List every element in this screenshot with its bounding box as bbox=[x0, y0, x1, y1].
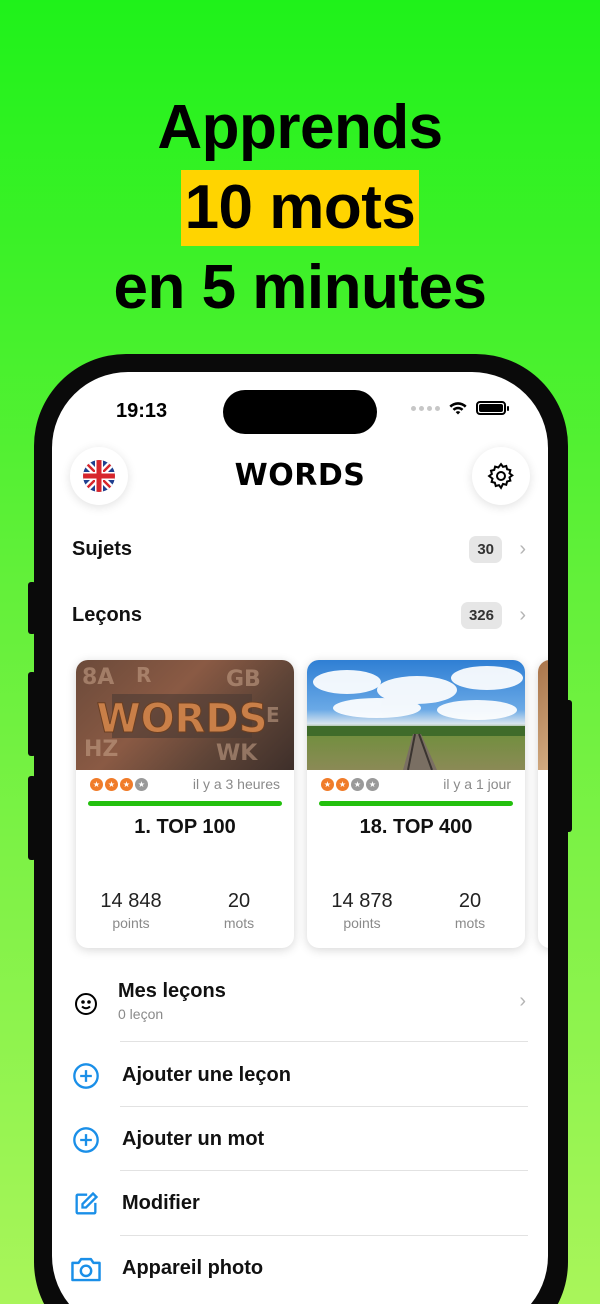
svg-text:GB: GB bbox=[226, 667, 261, 692]
lesson-card-image: 8A R GB HZ WK E WORDS bbox=[76, 660, 294, 770]
rating-stars: ★ ★ ★ ★ bbox=[90, 777, 148, 791]
lesson-card-image bbox=[307, 660, 525, 770]
chevron-right-icon: › bbox=[519, 603, 526, 626]
last-studied: il y a 3 heures bbox=[192, 776, 280, 792]
headline-highlight: 10 mots bbox=[180, 170, 420, 246]
lesson-card-image bbox=[538, 660, 548, 770]
chevron-right-icon: › bbox=[519, 537, 526, 560]
points-stat: 14 878 points bbox=[331, 890, 393, 931]
svg-text:R: R bbox=[136, 663, 151, 687]
smiley-icon bbox=[70, 988, 102, 1020]
camera-label: Appareil photo bbox=[122, 1257, 264, 1279]
rating-stars: ★ ★ ★ ★ bbox=[321, 777, 379, 791]
add-lesson-button[interactable]: Ajouter une leçon bbox=[52, 1044, 548, 1108]
railway-landscape-picture bbox=[307, 666, 525, 770]
lesson-card[interactable]: 8A R GB HZ WK E WORDS ★ ★ ★ ★ il y a 3 heures … bbox=[76, 660, 294, 948]
my-lessons-label: Mes leçons bbox=[118, 980, 226, 1002]
headline-line-3: en 5 minutes bbox=[113, 253, 488, 322]
lessons-label: Leçons bbox=[72, 603, 143, 626]
lessons-row[interactable]: Leçons 326 › bbox=[52, 590, 548, 640]
topics-row[interactable]: Sujets 30 › bbox=[52, 524, 548, 574]
my-lessons-row[interactable]: Mes leçons 0 leçon › bbox=[52, 972, 548, 1038]
plus-circle-icon bbox=[70, 1124, 102, 1156]
words-stat: 20 mots bbox=[223, 890, 255, 931]
add-lesson-label: Ajouter une leçon bbox=[122, 1064, 291, 1086]
lesson-card[interactable]: ★ ★ ★ ★ il y a 1 jour 18. TOP 400 14 878 po… bbox=[307, 660, 525, 948]
phone-side-button bbox=[28, 776, 36, 860]
phone-side-button bbox=[28, 582, 36, 634]
words-stat: 20 mots bbox=[454, 890, 486, 931]
topics-count-badge: 30 bbox=[469, 535, 502, 563]
add-word-button[interactable]: Ajouter un mot bbox=[52, 1108, 548, 1172]
phone-side-button bbox=[28, 672, 36, 756]
add-word-label: Ajouter un mot bbox=[122, 1128, 265, 1150]
points-stat: 14 848 points bbox=[100, 890, 162, 931]
lesson-title: 18. TOP 400 bbox=[359, 816, 473, 838]
divider bbox=[120, 1170, 528, 1171]
headline-line-1: Apprends bbox=[157, 93, 443, 162]
svg-text:E: E bbox=[266, 703, 280, 727]
settings-button[interactable] bbox=[472, 447, 530, 505]
divider bbox=[120, 1041, 528, 1042]
svg-text:WK: WK bbox=[216, 741, 258, 766]
phone-side-button bbox=[564, 700, 572, 832]
last-studied: il y a 1 jour bbox=[443, 776, 511, 792]
promo-headline: Apprends 10 mots en 5 minutes bbox=[0, 88, 600, 328]
gear-icon bbox=[487, 462, 514, 490]
chevron-right-icon: › bbox=[519, 990, 526, 1012]
divider bbox=[120, 1106, 528, 1107]
lesson-carousel[interactable]: 8A R GB HZ WK E WORDS ★ ★ ★ ★ il y a 3 heures … bbox=[76, 660, 548, 948]
lesson-progress-bar bbox=[319, 801, 513, 806]
lesson-card-partial[interactable] bbox=[538, 660, 548, 948]
lessons-count-badge: 326 bbox=[460, 601, 502, 629]
plus-circle-icon bbox=[70, 1060, 102, 1092]
svg-text:8A: 8A bbox=[82, 665, 114, 690]
wifi-icon bbox=[449, 402, 467, 415]
edit-button[interactable]: Modifier bbox=[52, 1172, 548, 1236]
svg-text:WORDS: WORDS bbox=[97, 696, 268, 742]
status-time: 19:13 bbox=[116, 400, 168, 422]
camera-icon bbox=[70, 1253, 102, 1285]
lesson-title: 1. TOP 100 bbox=[134, 816, 236, 838]
app-screen: 19:13 WORDS Sujets 30 › Leçons 326 › 8A … bbox=[52, 372, 548, 1304]
battery-icon bbox=[476, 401, 509, 415]
camera-button[interactable]: Appareil photo bbox=[52, 1237, 548, 1301]
signal-icon bbox=[411, 405, 440, 411]
divider bbox=[120, 1235, 528, 1236]
lesson-progress-bar bbox=[88, 801, 282, 806]
edit-icon bbox=[70, 1188, 102, 1220]
status-icons bbox=[411, 400, 509, 416]
topics-label: Sujets bbox=[72, 537, 133, 560]
my-lessons-count: 0 leçon bbox=[118, 1006, 164, 1022]
wooden-letters-picture: 8A R GBHZ WKE WORDS bbox=[82, 663, 280, 766]
edit-label: Modifier bbox=[122, 1192, 200, 1214]
dynamic-island bbox=[223, 390, 377, 434]
